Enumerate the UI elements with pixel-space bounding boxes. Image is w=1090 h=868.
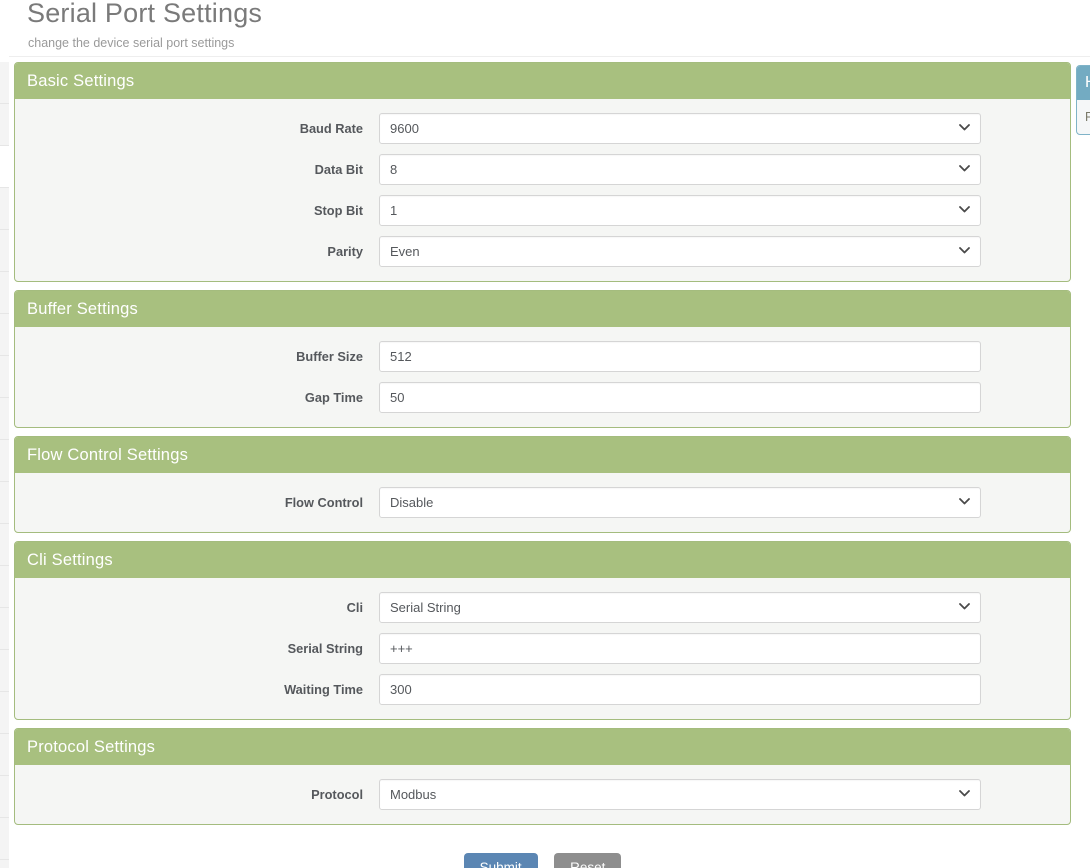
panel-title: Buffer Settings [15,291,1070,327]
sidebar[interactable] [0,0,9,868]
select-data-bit[interactable]: 8 [379,154,981,185]
sidebar-item-6[interactable] [0,272,9,314]
field-wrapper: 50 [379,382,981,413]
help-panel-body: Pa [1077,100,1090,134]
sidebar-item-13[interactable] [0,566,9,608]
panel-body: Buffer Size 512 Gap Time 50 [15,327,1070,427]
field-label: Data Bit [314,162,363,177]
page-header: Serial Port Settings change the device s… [9,0,1090,57]
sidebar-item-10[interactable] [0,440,9,482]
form-row: Gap Time 50 [15,377,1070,418]
form-row: Cli Serial String [15,587,1070,628]
help-panel: H Pa [1076,65,1090,135]
reset-button[interactable]: Reset [554,853,622,868]
page-subtitle: change the device serial port settings [28,36,235,50]
form-row: Stop Bit 1 [15,190,1070,231]
panel-cli-settings: Cli Settings Cli Serial String Serial Strin… [14,541,1071,720]
panel-buffer-settings: Buffer Settings Buffer Size 512 Gap Time 50 [14,290,1071,428]
sidebar-item-18[interactable] [0,776,9,818]
field-label: Stop Bit [313,203,363,218]
field-label: Waiting Time [284,682,363,697]
select-baud-rate[interactable]: 9600 [379,113,981,144]
sidebar-item-4[interactable] [0,188,9,230]
form-row: Buffer Size 512 [15,336,1070,377]
field-wrapper: 9600 [379,113,981,144]
field-label: Buffer Size [296,349,363,364]
form-row: Serial String +++ [15,628,1070,669]
field-wrapper: Modbus [379,779,981,810]
panel-flow-control-settings: Flow Control Settings Flow Control Disable [14,436,1071,533]
form-row: Baud Rate 9600 [15,108,1070,149]
field-wrapper: Disable [379,487,981,518]
field-label: Gap Time [304,390,363,405]
panel-title: Cli Settings [15,542,1070,578]
select-stop-bit[interactable]: 1 [379,195,981,226]
form-row: Parity Even [15,231,1070,272]
sidebar-item-20[interactable] [0,860,9,868]
sidebar-item-7[interactable] [0,314,9,356]
settings-form: Basic Settings Baud Rate 9600 Data Bit 8 Stop… [9,58,1090,868]
page-title: Serial Port Settings [27,0,263,28]
form-row: Flow Control Disable [15,482,1070,523]
panel-body: Baud Rate 9600 Data Bit 8 Stop Bit 1 Parity Eve… [15,99,1070,281]
sidebar-item-8[interactable] [0,356,9,398]
form-actions: Submit Reset [9,853,1076,868]
sidebar-item-1[interactable] [0,62,9,104]
page-root: Serial Port Settings change the device s… [0,0,1090,868]
panel-body: Cli Serial String Serial String +++ Waiting … [15,578,1070,719]
sidebar-item-17[interactable] [0,734,9,776]
field-label: Flow Control [284,495,363,510]
field-wrapper: 512 [379,341,981,372]
form-row: Protocol Modbus [15,774,1070,815]
select-cli[interactable]: Serial String [379,592,981,623]
sidebar-item-3-active[interactable] [0,146,9,188]
field-wrapper: 1 [379,195,981,226]
form-row: Waiting Time 300 [15,669,1070,710]
sidebar-logo-area [0,0,9,62]
field-label: Serial String [287,641,363,656]
field-label: Protocol [311,787,363,802]
sidebar-item-2[interactable] [0,104,9,146]
help-panel-title: H [1077,66,1090,100]
select-parity[interactable]: Even [379,236,981,267]
field-label: Cli [346,600,363,615]
field-label: Parity [327,244,363,259]
panel-body: Flow Control Disable [15,473,1070,532]
sidebar-item-14[interactable] [0,608,9,650]
input-waiting-time[interactable]: 300 [379,674,981,705]
panel-title: Flow Control Settings [15,437,1070,473]
submit-button[interactable]: Submit [463,853,538,868]
panel-title: Protocol Settings [15,729,1070,765]
sidebar-item-12[interactable] [0,524,9,566]
sidebar-item-16[interactable] [0,692,9,734]
field-wrapper: +++ [379,633,981,664]
panel-protocol-settings: Protocol Settings Protocol Modbus [14,728,1071,825]
input-gap-time[interactable]: 50 [379,382,981,413]
sidebar-item-5[interactable] [0,230,9,272]
field-wrapper: 300 [379,674,981,705]
field-wrapper: Serial String [379,592,981,623]
sidebar-item-15[interactable] [0,650,9,692]
input-serial-string[interactable]: +++ [379,633,981,664]
panel-body: Protocol Modbus [15,765,1070,824]
form-row: Data Bit 8 [15,149,1070,190]
sidebar-item-9[interactable] [0,398,9,440]
panel-basic-settings: Basic Settings Baud Rate 9600 Data Bit 8 Stop… [14,62,1071,282]
select-protocol[interactable]: Modbus [379,779,981,810]
field-label: Baud Rate [299,121,363,136]
sidebar-item-11[interactable] [0,482,9,524]
sidebar-item-19[interactable] [0,818,9,860]
input-buffer-size[interactable]: 512 [379,341,981,372]
field-wrapper: 8 [379,154,981,185]
panel-title: Basic Settings [15,63,1070,99]
field-wrapper: Even [379,236,981,267]
select-flow-control[interactable]: Disable [379,487,981,518]
